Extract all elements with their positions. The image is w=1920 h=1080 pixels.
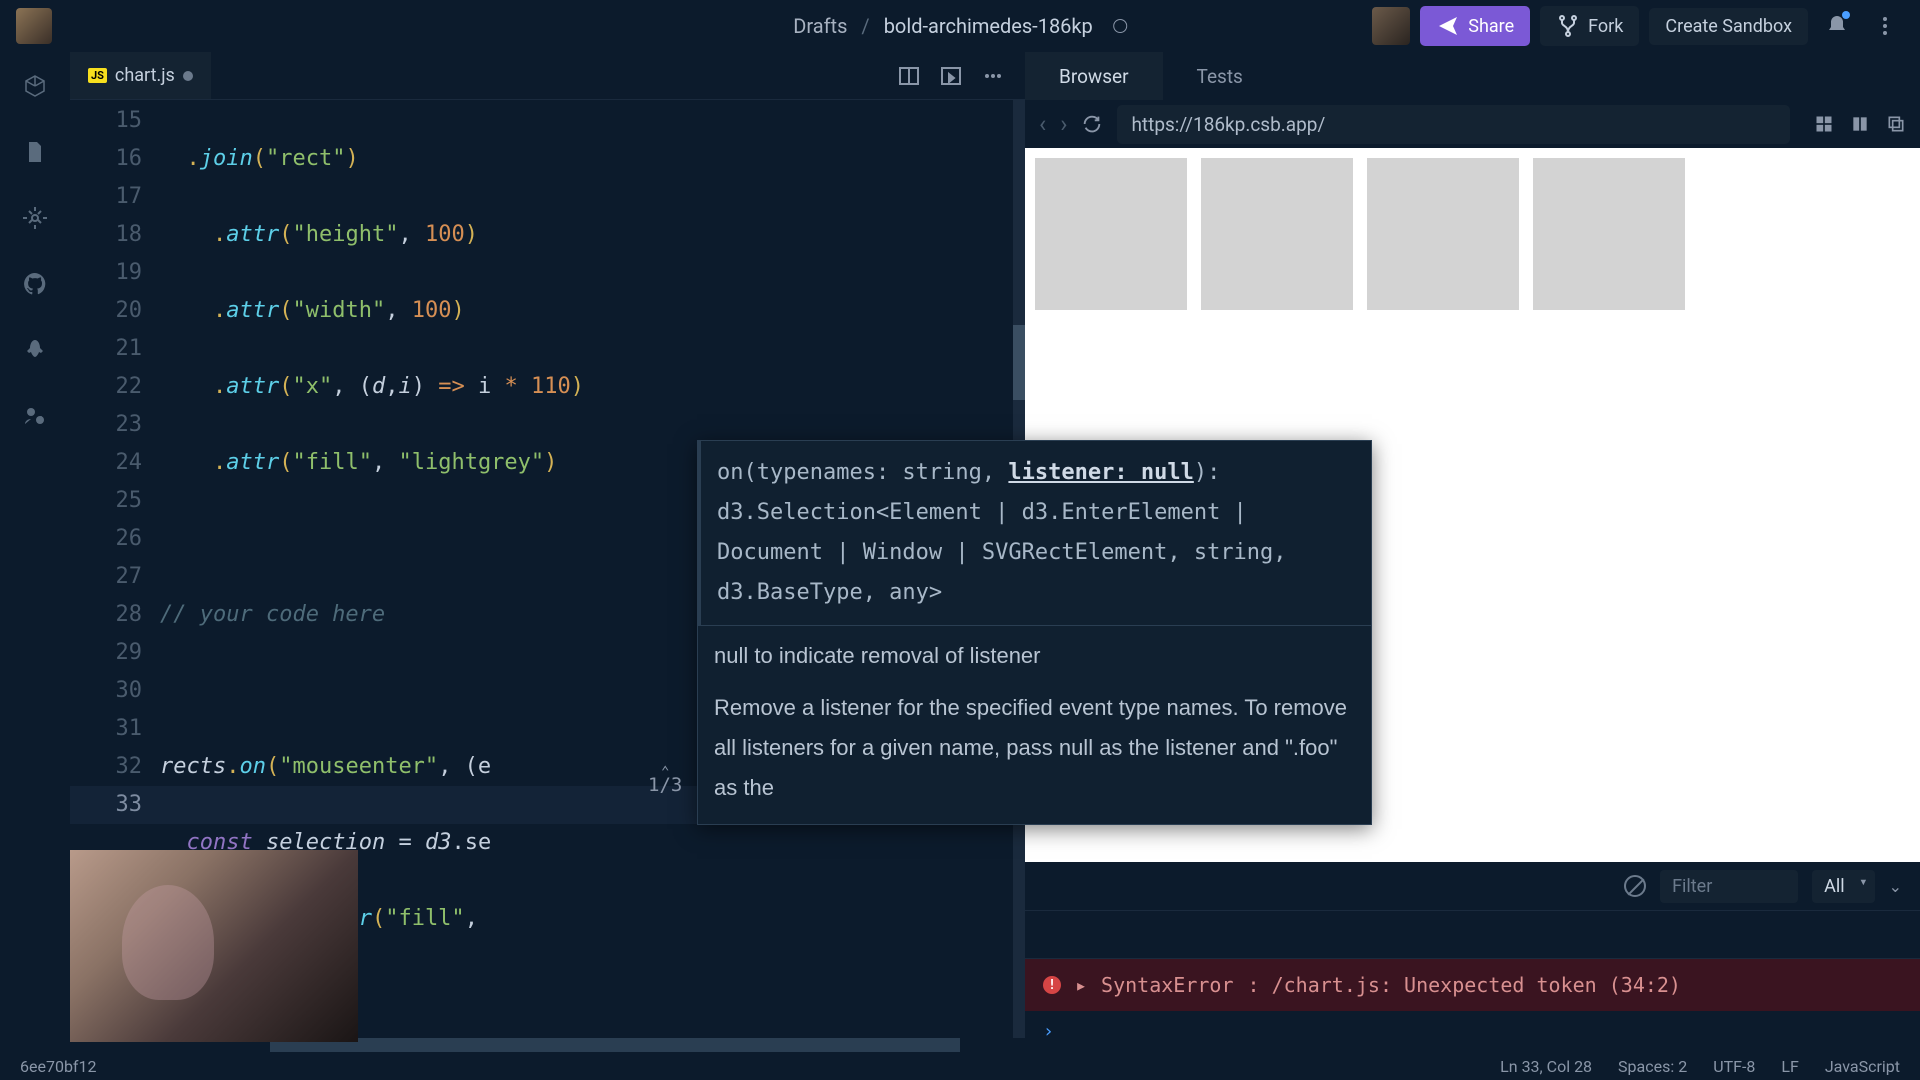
popout-icon[interactable]: [1886, 112, 1906, 136]
tools-icon[interactable]: [1814, 112, 1834, 136]
layout-icon[interactable]: [1850, 112, 1870, 136]
expand-icon[interactable]: ▸: [1075, 973, 1087, 997]
encoding-info[interactable]: UTF-8: [1713, 1057, 1755, 1076]
more-icon[interactable]: [981, 64, 1005, 88]
browser-tab[interactable]: Browser: [1025, 52, 1163, 100]
forward-button[interactable]: ›: [1060, 110, 1067, 138]
signature-nav[interactable]: ⌃ 1/3: [648, 764, 682, 796]
webcam-overlay: [70, 850, 358, 1042]
signature-counter: 1/3: [648, 774, 682, 796]
menu-button[interactable]: [1866, 7, 1904, 45]
tests-tab[interactable]: Tests: [1163, 52, 1277, 100]
sandbox-icon[interactable]: [21, 72, 49, 100]
settings-icon[interactable]: [21, 204, 49, 232]
eol-info[interactable]: LF: [1781, 1057, 1798, 1076]
fork-button[interactable]: Fork: [1540, 6, 1639, 46]
status-bar: 6ee70bf12 Ln 33, Col 28 Spaces: 2 UTF-8 …: [0, 1052, 1920, 1080]
notifications-button[interactable]: [1818, 7, 1856, 45]
share-button[interactable]: Share: [1420, 6, 1530, 46]
notification-dot: [1842, 11, 1850, 19]
error-msg: : /chart.js: Unexpected token (34:2): [1248, 973, 1681, 997]
reload-icon[interactable]: [1081, 113, 1103, 135]
indent-info[interactable]: Spaces: 2: [1618, 1057, 1687, 1076]
error-icon: !: [1043, 976, 1061, 994]
workspace-avatar[interactable]: [16, 8, 52, 44]
error-row[interactable]: ! ▸ SyntaxError : /chart.js: Unexpected t…: [1025, 959, 1920, 1011]
kebab-icon: [1873, 14, 1897, 38]
user-avatar[interactable]: [1372, 7, 1410, 45]
deploy-icon[interactable]: [21, 336, 49, 364]
preview-rect: [1533, 158, 1685, 310]
file-tab[interactable]: JS chart.js: [70, 52, 211, 99]
error-type: SyntaxError: [1101, 973, 1233, 997]
console-prompt[interactable]: ›: [1025, 1011, 1920, 1052]
signature-text: on(typenames: string, listener: null): d…: [698, 441, 1371, 625]
signature-desc: null to indicate removal of listener Rem…: [698, 625, 1371, 824]
chevron-down-icon[interactable]: ⌄: [1889, 877, 1902, 896]
activity-bar: [0, 52, 70, 1052]
url-input[interactable]: https://186kp.csb.app/: [1117, 105, 1790, 144]
share-icon: [1436, 14, 1460, 38]
tab-filename: chart.js: [115, 65, 175, 86]
breadcrumb: Drafts / bold-archimedes-186kp: [793, 14, 1127, 38]
commit-hash[interactable]: 6ee70bf12: [20, 1057, 96, 1076]
sandbox-label: Create Sandbox: [1665, 16, 1792, 37]
preview-icon[interactable]: [939, 64, 963, 88]
filter-input[interactable]: Filter: [1660, 870, 1798, 903]
globe-icon: [1113, 19, 1127, 33]
create-sandbox-button[interactable]: Create Sandbox: [1649, 8, 1808, 45]
cursor-position[interactable]: Ln 33, Col 28: [1500, 1057, 1592, 1076]
js-badge-icon: JS: [88, 68, 107, 83]
preview-rect: [1367, 158, 1519, 310]
signature-tooltip: on(typenames: string, listener: null): d…: [697, 440, 1372, 825]
language-info[interactable]: JavaScript: [1825, 1057, 1900, 1076]
breadcrumb-sep: /: [861, 14, 869, 38]
dirty-dot-icon: [183, 71, 193, 81]
github-icon[interactable]: [21, 270, 49, 298]
live-icon[interactable]: [21, 402, 49, 430]
problems-header[interactable]: [1025, 911, 1920, 959]
log-level-select[interactable]: All: [1812, 870, 1875, 903]
back-button[interactable]: ‹: [1039, 110, 1046, 138]
split-editor-icon[interactable]: [897, 64, 921, 88]
fork-icon: [1556, 14, 1580, 38]
preview-rect: [1201, 158, 1353, 310]
share-label: Share: [1468, 16, 1514, 37]
clear-icon[interactable]: [1624, 875, 1646, 897]
fork-label: Fork: [1588, 16, 1623, 37]
preview-rect: [1035, 158, 1187, 310]
breadcrumb-parent[interactable]: Drafts: [793, 14, 847, 38]
breadcrumb-name[interactable]: bold-archimedes-186kp: [884, 14, 1093, 38]
explorer-icon[interactable]: [21, 138, 49, 166]
